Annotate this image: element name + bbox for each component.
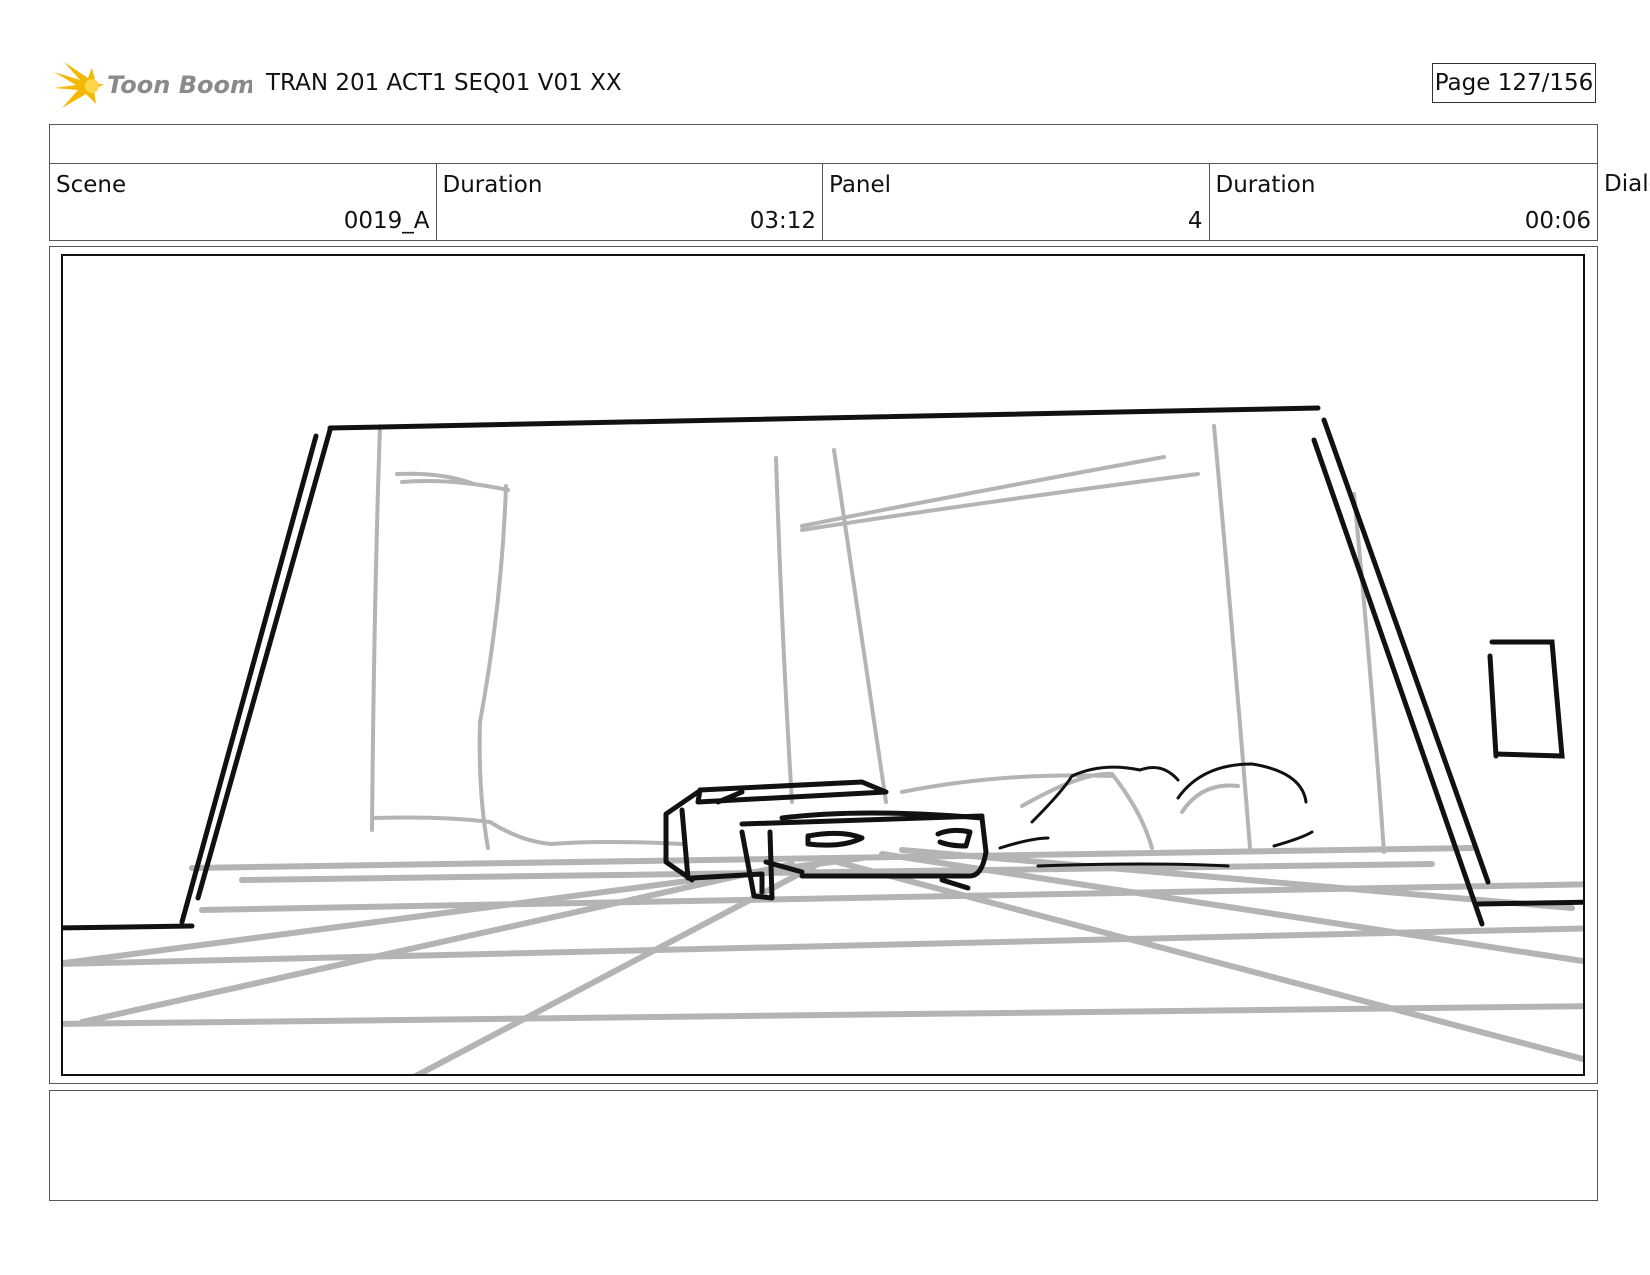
dialog-label: Dialo xyxy=(1604,171,1650,197)
toon-boom-logo: Toon Boom xyxy=(52,58,252,110)
scene-label: Scene xyxy=(56,172,127,198)
panel-duration-cell: Duration 00:06 xyxy=(1210,164,1598,240)
scene-duration-label: Duration xyxy=(442,172,543,198)
panel-label: Panel xyxy=(829,172,892,198)
panel-value: 4 xyxy=(1187,208,1203,234)
logo-text: Toon Boom xyxy=(107,71,252,99)
panel-duration-value: 00:06 xyxy=(1524,208,1591,234)
storyboard-panel xyxy=(61,254,1585,1076)
document-title: TRAN 201 ACT1 SEQ01 V01 XX xyxy=(266,70,622,96)
panel-cell: Panel 4 xyxy=(823,164,1210,240)
panel-duration-label: Duration xyxy=(1215,172,1316,198)
floor-lines xyxy=(63,845,1583,1074)
star-burst-icon xyxy=(54,62,104,108)
scene-cell: Scene 0019_A xyxy=(50,164,437,240)
header-blank-row xyxy=(49,124,1598,163)
scene-info-row: Scene 0019_A Duration 03:12 Panel 4 Dura… xyxy=(49,163,1598,241)
page-number: Page 127/156 xyxy=(1432,63,1596,103)
scene-duration-value: 03:12 xyxy=(749,208,816,234)
scene-value: 0019_A xyxy=(343,208,430,234)
notes-box xyxy=(49,1090,1598,1201)
scene-duration-cell: Duration 03:12 xyxy=(437,164,823,240)
storyboard-sketch xyxy=(63,405,1583,1074)
